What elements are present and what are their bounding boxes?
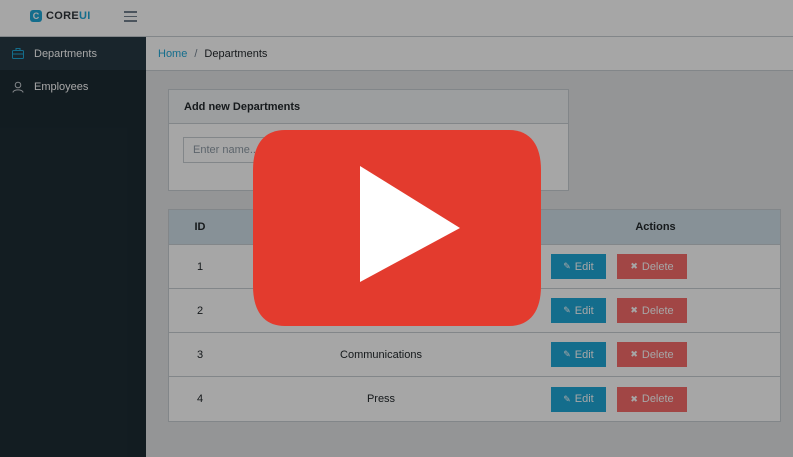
brand-prefix: CORE [46,10,79,22]
top-header: C COREUI [0,0,793,37]
breadcrumb-home-link[interactable]: Home [158,48,187,60]
delete-button[interactable]: ✖ Delete [617,342,687,367]
brand-logo[interactable]: C COREUI [30,10,91,22]
edit-label: Edit [574,260,594,273]
table-row: 3 Communications ✎ Edit ✖ Delete [169,333,780,377]
edit-button[interactable]: ✎ Edit [551,298,606,323]
pencil-icon: ✎ [563,393,571,404]
delete-button[interactable]: ✖ Delete [617,386,687,412]
card-title: Add new Departments [169,90,568,124]
breadcrumb: Home / Departments [146,37,793,71]
row-id: 1 [196,260,204,273]
edit-label: Edit [574,348,594,361]
close-icon: ✖ [630,261,638,271]
delete-label: Delete [641,304,674,317]
pencil-icon: ✎ [563,349,571,359]
delete-label: Delete [641,260,674,273]
row-id: 3 [196,348,204,361]
breadcrumb-separator: / [194,47,198,60]
close-icon: ✖ [630,393,638,404]
row-name: Communications [340,348,422,361]
edit-button[interactable]: ✎ Edit [551,342,606,367]
edit-button[interactable]: ✎ Edit [551,254,606,279]
youtube-play-icon [253,130,541,326]
breadcrumb-current: Departments [204,47,268,60]
sidebar-item-departments[interactable]: Departments [0,37,146,70]
close-icon: ✖ [630,349,638,359]
row-name: Press [366,393,396,405]
table-row: 4 Press ✎ Edit ✖ Delete [169,377,780,421]
pencil-icon: ✎ [563,305,571,315]
row-id: 4 [196,393,204,405]
sidebar-item-label: Departments [34,47,97,60]
sidebar-item-label: Employees [34,80,89,93]
delete-label: Delete [641,393,674,405]
youtube-play-button[interactable] [253,130,541,326]
brand-suffix: UI [78,10,91,22]
user-icon [12,81,24,93]
briefcase-icon [12,48,24,60]
hamburger-menu-icon[interactable] [124,11,137,23]
edit-button[interactable]: ✎ Edit [551,386,606,412]
column-header-actions: Actions [635,221,676,233]
close-icon: ✖ [630,305,638,315]
delete-button[interactable]: ✖ Delete [617,254,687,279]
sidebar: Departments Employees [0,37,146,457]
edit-label: Edit [574,393,594,405]
delete-label: Delete [641,348,674,361]
delete-button[interactable]: ✖ Delete [617,298,687,323]
row-id: 2 [196,304,204,317]
brand-name: COREUI [46,10,91,22]
sidebar-item-employees[interactable]: Employees [0,70,146,103]
edit-label: Edit [574,304,594,317]
coreui-logo-icon: C [30,10,42,22]
column-header-id: ID [194,221,206,233]
pencil-icon: ✎ [563,261,571,271]
